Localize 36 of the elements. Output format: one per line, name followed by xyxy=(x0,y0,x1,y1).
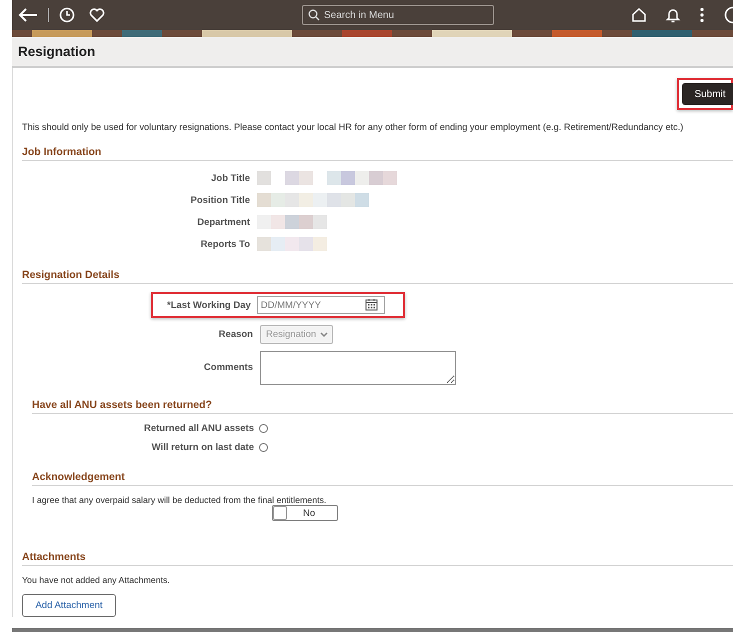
home-icon[interactable] xyxy=(631,7,647,23)
field-label: Reason xyxy=(218,329,253,340)
empty-message: You have not added any Attachments. xyxy=(22,575,171,585)
field-label: Comments xyxy=(202,361,253,373)
search-field[interactable]: Search in Menu xyxy=(302,5,494,25)
comments-field[interactable] xyxy=(260,351,456,385)
avatar-icon[interactable] xyxy=(723,6,733,24)
section-header: Resignation Details xyxy=(22,269,733,284)
more-icon[interactable] xyxy=(699,7,705,23)
search-icon xyxy=(308,9,320,21)
back-icon[interactable] xyxy=(18,7,38,23)
section-header: Job Information xyxy=(22,146,733,161)
submit-button[interactable]: Submit xyxy=(682,83,733,105)
chevron-icon xyxy=(320,332,328,338)
calendar-icon[interactable] xyxy=(364,298,378,311)
section-header: Have all ANU assets been returned? xyxy=(32,399,733,414)
radio-button[interactable] xyxy=(259,424,268,433)
agreement-text: I agree that any overpaid salary will be deducted from the final entitlements. xyxy=(32,495,328,505)
field-label: Department xyxy=(196,216,250,228)
heart-icon[interactable] xyxy=(89,7,105,23)
add-attachment-button[interactable]: Add Attachment xyxy=(22,594,116,617)
date-field[interactable]: DD/MM/YYYY xyxy=(256,296,385,314)
section-header: Acknowledgement xyxy=(32,471,733,486)
field-label: Position Title xyxy=(190,194,250,206)
clock-icon[interactable] xyxy=(59,7,75,23)
intro-text: This should only be used for voluntary resignations. Please contact your local HR for any other form of ending your employment (e.g. Retirement/Redundancy etc.) xyxy=(22,122,684,132)
field-label: Job Title xyxy=(210,172,250,184)
page-title: Resignation xyxy=(18,44,96,59)
field-label: Reports To xyxy=(200,238,250,250)
radio-label: Returned all ANU assets xyxy=(143,423,254,434)
radio-button[interactable] xyxy=(259,443,268,452)
field-label: *Last Working Day xyxy=(167,300,251,310)
toggle-switch[interactable]: No xyxy=(272,505,338,521)
radio-label: Will return on last date xyxy=(150,442,254,453)
bell-icon[interactable] xyxy=(665,7,681,23)
section-header: Attachments xyxy=(22,551,733,566)
